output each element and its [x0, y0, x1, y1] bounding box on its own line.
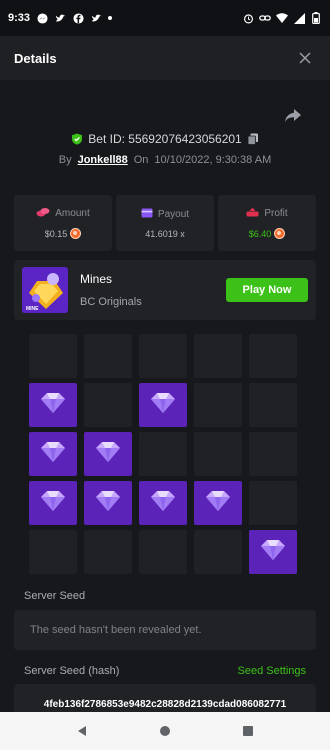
server-seed-hash-field[interactable]: 4feb136f2786853e9482c28828d2139cdad08608…	[14, 684, 316, 712]
mine-tile	[139, 432, 187, 476]
close-icon[interactable]	[294, 47, 316, 69]
status-time: 9:33	[8, 12, 31, 24]
game-card: MINE Mines BC Originals Play Now	[14, 260, 316, 320]
play-now-button[interactable]: Play Now	[226, 278, 308, 302]
mine-tile	[194, 432, 242, 476]
details-content: Bet ID: 55692076423056201 By Jonkell88 O…	[0, 80, 330, 712]
stat-payout-label: Payout	[157, 208, 190, 220]
system-nav-bar	[0, 712, 330, 750]
stat-profit-value: $6.40	[248, 228, 272, 239]
coins-icon	[36, 207, 50, 220]
home-icon[interactable]	[153, 719, 177, 743]
gem-icon	[204, 490, 232, 517]
mine-tile	[249, 334, 297, 378]
server-seed-hash-value: 4feb136f2786853e9482c28828d2139cdad08608…	[43, 698, 287, 710]
stat-amount: Amount $0.15	[14, 195, 112, 251]
stat-profit: Profit $6.40	[218, 195, 316, 251]
share-icon[interactable]	[284, 108, 304, 128]
server-seed-field: The seed hasn't been revealed yet.	[14, 610, 316, 650]
server-seed-hash-label: Server Seed (hash)	[24, 665, 120, 677]
messenger-icon	[36, 12, 48, 24]
server-seed-label: Server Seed	[24, 590, 86, 602]
mine-tile	[84, 383, 132, 427]
stat-payout-value: 41.6019 x	[145, 228, 185, 239]
mine-tile	[139, 334, 187, 378]
username-link[interactable]: Jonkell88	[78, 154, 128, 166]
mine-tile	[194, 530, 242, 574]
copy-icon[interactable]	[247, 133, 259, 145]
mine-tile	[84, 334, 132, 378]
gem-icon	[39, 490, 67, 517]
gem-icon	[149, 490, 177, 517]
link-icon	[259, 12, 271, 24]
gem-tile	[84, 432, 132, 476]
game-provider: BC Originals	[80, 296, 142, 308]
gem-tile	[29, 481, 77, 525]
gem-icon	[94, 490, 122, 517]
bet-id-row: Bet ID: 55692076423056201	[0, 132, 330, 146]
mine-tile	[194, 383, 242, 427]
gem-icon	[259, 539, 287, 566]
notification-dot-icon	[108, 16, 113, 20]
mine-tile	[194, 334, 242, 378]
facebook-icon	[72, 12, 84, 24]
gem-tile	[29, 432, 77, 476]
gem-icon	[94, 441, 122, 468]
stat-amount-label: Amount	[55, 208, 90, 219]
stat-amount-value: $0.15	[44, 228, 68, 239]
gem-icon	[39, 441, 67, 468]
mine-tile	[249, 432, 297, 476]
thumb-label: MINE	[26, 306, 39, 312]
card-icon	[141, 208, 153, 221]
bet-meta-row: By Jonkell88 On 10/10/2022, 9:30:38 AM	[0, 154, 330, 166]
bet-id: Bet ID: 55692076423056201	[88, 132, 242, 146]
mine-tile	[29, 334, 77, 378]
seed-settings-link[interactable]: Seed Settings	[238, 665, 307, 677]
recents-icon[interactable]	[236, 719, 260, 743]
back-icon[interactable]	[70, 719, 94, 743]
signal-icon	[293, 12, 305, 24]
currency-coin-icon	[274, 228, 286, 239]
by-label: By	[58, 154, 72, 166]
gem-tile	[29, 383, 77, 427]
stat-payout: Payout 41.6019 x	[116, 195, 214, 251]
on-label: On	[133, 154, 149, 166]
bird-icon	[90, 12, 102, 24]
bird-icon	[54, 12, 66, 24]
wifi-icon	[276, 12, 288, 24]
mine-tile	[249, 481, 297, 525]
gem-tile	[84, 481, 132, 525]
mine-tile	[29, 530, 77, 574]
page-title: Details	[14, 50, 57, 66]
mine-tile	[84, 530, 132, 574]
verified-shield-icon	[71, 133, 83, 145]
currency-coin-icon	[70, 228, 82, 239]
status-bar: 9:33	[0, 0, 330, 36]
mine-tile	[139, 530, 187, 574]
mine-tile	[249, 383, 297, 427]
alarm-icon	[242, 12, 254, 24]
mines-board	[29, 334, 299, 576]
game-name: Mines	[80, 272, 113, 286]
bet-datetime: 10/10/2022, 9:30:38 AM	[154, 154, 272, 166]
gem-icon	[39, 392, 67, 419]
gem-tile	[249, 530, 297, 574]
gem-tile	[139, 481, 187, 525]
mines-game-thumbnail[interactable]: MINE	[22, 267, 68, 313]
stat-profit-label: Profit	[264, 208, 288, 219]
gem-icon	[149, 392, 177, 419]
gem-tile	[194, 481, 242, 525]
battery-icon	[310, 12, 322, 24]
gem-tile	[139, 383, 187, 427]
server-seed-value: The seed hasn't been revealed yet.	[30, 624, 202, 636]
details-header: Details	[0, 36, 330, 80]
bet-stats: Amount $0.15 Payout 41.6019 x Profit $6.…	[14, 195, 316, 251]
profit-icon	[246, 207, 259, 220]
